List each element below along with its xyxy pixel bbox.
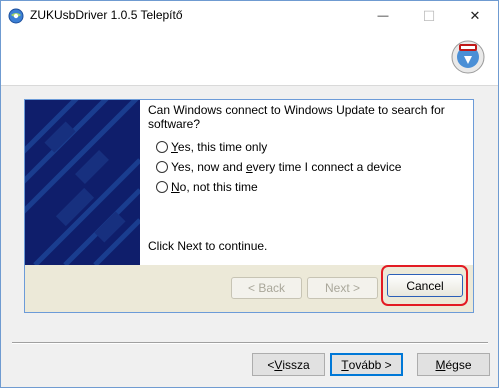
footer-divider-highlight <box>12 343 488 344</box>
option-label: Yes, now and every time I connect a devi… <box>171 160 402 174</box>
option-label: No, not this time <box>171 180 258 194</box>
close-icon: ✕ <box>469 8 481 23</box>
option-yes-every-time[interactable]: Yes, now and every time I connect a devi… <box>156 160 401 174</box>
wizard-banner <box>25 100 140 265</box>
update-question: Can Windows connect to Windows Update to… <box>148 103 448 131</box>
installer-cancel-button[interactable]: Mégse <box>417 353 490 376</box>
maximize-icon: ☐ <box>422 7 436 24</box>
setup-disc-icon <box>451 40 485 74</box>
option-label: Yes, this time only <box>171 140 268 154</box>
radio-circle-icon[interactable] <box>156 161 168 173</box>
radio-circle-icon[interactable] <box>156 181 168 193</box>
option-yes-this-time[interactable]: Yes, this time only <box>156 140 267 154</box>
installer-globe-icon <box>8 8 24 24</box>
window-title: ZUKUsbDriver 1.0.5 Telepítő <box>30 8 183 22</box>
question-line-2: software? <box>148 117 201 131</box>
wizard-cancel-button[interactable]: Cancel <box>387 274 463 297</box>
installer-back-button[interactable]: < Vissza <box>252 353 325 376</box>
minimize-button[interactable]: — <box>360 1 406 31</box>
wizard-back-button[interactable]: < Back <box>231 277 302 299</box>
wizard-content: Can Windows connect to Windows Update to… <box>140 100 473 265</box>
close-button[interactable]: ✕ <box>452 1 498 31</box>
installer-next-button[interactable]: Tovább > <box>330 353 403 376</box>
wizard-next-button[interactable]: Next > <box>307 277 378 299</box>
option-no[interactable]: No, not this time <box>156 180 258 194</box>
radio-circle-icon[interactable] <box>156 141 168 153</box>
continue-instruction: Click Next to continue. <box>148 239 268 253</box>
question-line-1: Can Windows connect to Windows Update to… <box>148 103 445 117</box>
installer-window: ZUKUsbDriver 1.0.5 Telepítő — ☐ ✕ Can Wi… <box>0 0 499 388</box>
minimize-icon: — <box>377 10 389 22</box>
title-bar: ZUKUsbDriver 1.0.5 Telepítő — ☐ ✕ <box>1 1 498 31</box>
driver-dialog: Can Windows connect to Windows Update to… <box>24 99 474 313</box>
wizard-header <box>1 31 498 86</box>
maximize-button[interactable]: ☐ <box>406 1 452 31</box>
